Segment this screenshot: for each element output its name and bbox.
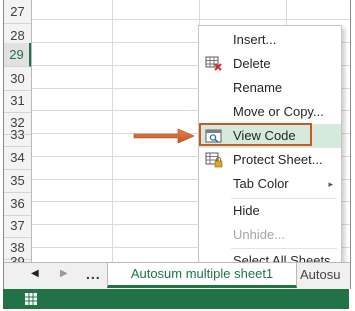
tab-scroll-left-icon[interactable]: ◀ [31,268,39,279]
sheet-tab-autosum-multiple-sheet1[interactable]: Autosum multiple sheet1 [107,263,297,288]
pointer-arrow-annotation [133,128,195,144]
sheet-tab-next[interactable]: Autosu [300,263,340,287]
menu-item-tab-color[interactable]: Tab Color ▸ [199,172,341,196]
sheet-tab-context-menu: Insert... Delete Rename Move or Copy... [198,25,342,270]
row-header-29[interactable]: 29 [4,43,31,67]
protect-sheet-icon [205,152,223,168]
more-tabs-ellipsis[interactable]: ... [86,266,101,282]
sheet-tab-bar: ◀ ▶ ... Autosum multiple sheet1 Autosu [3,262,351,289]
row-header-34[interactable]: 34 [4,146,31,170]
delete-sheet-icon [205,56,223,72]
row-header-column: 27 28 29 30 31 32 33 34 35 36 37 38 39 [4,0,32,262]
tab-scroll-right-icon[interactable]: ▶ [60,268,68,279]
menu-item-unhide: Unhide... [233,227,286,242]
status-bar [3,289,349,309]
row-header-27[interactable]: 27 [4,0,31,24]
menu-item-insert[interactable]: Insert... [199,28,341,52]
menu-item-protect-sheet[interactable]: Protect Sheet... [199,148,341,172]
row-header-39[interactable]: 39 [4,250,31,262]
row-header-30[interactable]: 30 [4,67,31,91]
menu-item-rename[interactable]: Rename [199,76,341,100]
row-header-31[interactable]: 31 [4,89,31,113]
sheet-view-icon[interactable] [24,292,38,306]
row-header-37[interactable]: 37 [4,214,31,238]
view-code-callout-highlight [199,123,312,146]
row-gridline [32,19,350,20]
menu-item-move-or-copy[interactable]: Move or Copy... [199,100,341,124]
submenu-arrow-icon: ▸ [328,179,333,189]
menu-item-hide[interactable]: Hide [199,199,341,223]
row-header-36[interactable]: 36 [4,192,31,216]
column-gridline [112,0,113,262]
row-header-35[interactable]: 35 [4,169,31,193]
row-header-33[interactable]: 33 [4,123,31,147]
menu-item-delete[interactable]: Delete [199,52,341,76]
